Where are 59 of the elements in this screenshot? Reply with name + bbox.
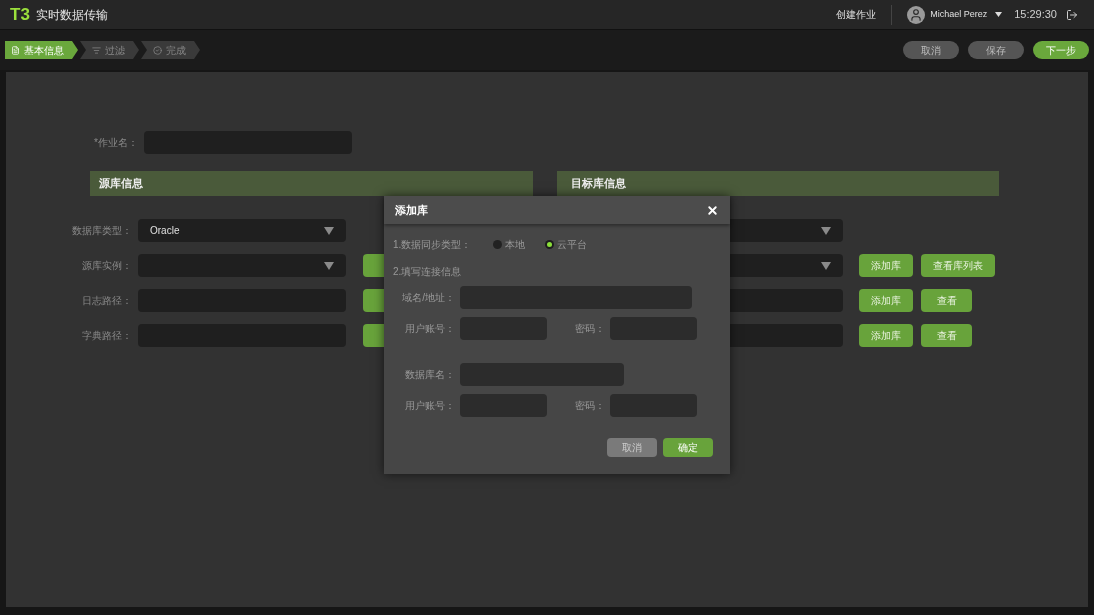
- dialog-button[interactable]: 确定: [663, 438, 713, 457]
- step-icon: [11, 45, 20, 55]
- step-icon: [153, 45, 162, 55]
- action-button[interactable]: 查看: [921, 324, 972, 347]
- action-button[interactable]: 添加库: [859, 289, 913, 312]
- person-icon: [909, 7, 924, 22]
- section-label: 2.填写连接信息: [393, 265, 463, 279]
- field-label: 密码：: [574, 322, 605, 336]
- field-label: 密码：: [574, 399, 605, 413]
- action-button[interactable]: 查看库列表: [921, 254, 995, 277]
- field-label: 域名/地址：: [401, 291, 455, 305]
- field-label: 数据库类型：: [72, 224, 132, 238]
- input-field[interactable]: [610, 317, 697, 340]
- select-field[interactable]: [138, 254, 346, 277]
- step-icon: [92, 45, 101, 55]
- wizard-step[interactable]: 过滤: [80, 41, 139, 59]
- section-header: 目标库信息: [557, 171, 999, 196]
- input-field[interactable]: [610, 394, 697, 417]
- toolbar-button[interactable]: 取消: [903, 41, 959, 59]
- toolbar-button[interactable]: 保存: [968, 41, 1024, 59]
- app-title: 实时数据传输: [35, 6, 108, 24]
- field-label: 1.数据同步类型：: [393, 238, 473, 252]
- radio-label: 本地: [505, 238, 525, 252]
- radio-button[interactable]: [545, 240, 554, 249]
- dropdown-caret-icon: [324, 226, 334, 235]
- action-button[interactable]: 添加库: [859, 324, 913, 347]
- input-field[interactable]: [460, 286, 692, 309]
- radio-button[interactable]: [493, 240, 502, 249]
- toolbar-button[interactable]: 下一步: [1033, 41, 1089, 59]
- input-field[interactable]: [460, 317, 547, 340]
- field-label: 源库实例：: [81, 259, 132, 273]
- input-field[interactable]: [460, 363, 624, 386]
- close-icon[interactable]: [706, 203, 719, 217]
- wizard-step[interactable]: 完成: [141, 41, 200, 59]
- action-button[interactable]: 查看: [921, 289, 972, 312]
- field-label: 字典路径：: [81, 329, 132, 343]
- clock-time: 15:29:30: [1014, 7, 1057, 23]
- dialog-button[interactable]: 取消: [607, 438, 657, 457]
- create-job-link[interactable]: 创建作业: [836, 7, 877, 22]
- dialog-title: 添加库: [395, 202, 428, 218]
- field-label: 日志路径：: [81, 294, 132, 308]
- dropdown-caret-icon: [821, 261, 831, 270]
- field-label: *作业名：: [93, 136, 138, 150]
- dropdown-caret-icon[interactable]: [995, 12, 1003, 17]
- field-label: 用户账号：: [404, 399, 455, 413]
- avatar[interactable]: [907, 5, 926, 24]
- dropdown-caret-icon: [324, 261, 334, 270]
- dropdown-caret-icon: [821, 226, 831, 235]
- field-label: 用户账号：: [404, 322, 455, 336]
- section-header: 源库信息: [90, 171, 533, 196]
- field-label: 数据库名：: [404, 368, 455, 382]
- app-logo: T3: [10, 6, 30, 23]
- input-field[interactable]: [460, 394, 547, 417]
- radio-label: 云平台: [557, 238, 587, 252]
- user-name[interactable]: Michael Perez: [930, 7, 988, 22]
- select-field[interactable]: Oracle: [138, 219, 346, 242]
- wizard-step[interactable]: 基本信息: [5, 41, 78, 59]
- action-button[interactable]: 添加库: [859, 254, 913, 277]
- logout-icon[interactable]: [1066, 8, 1078, 21]
